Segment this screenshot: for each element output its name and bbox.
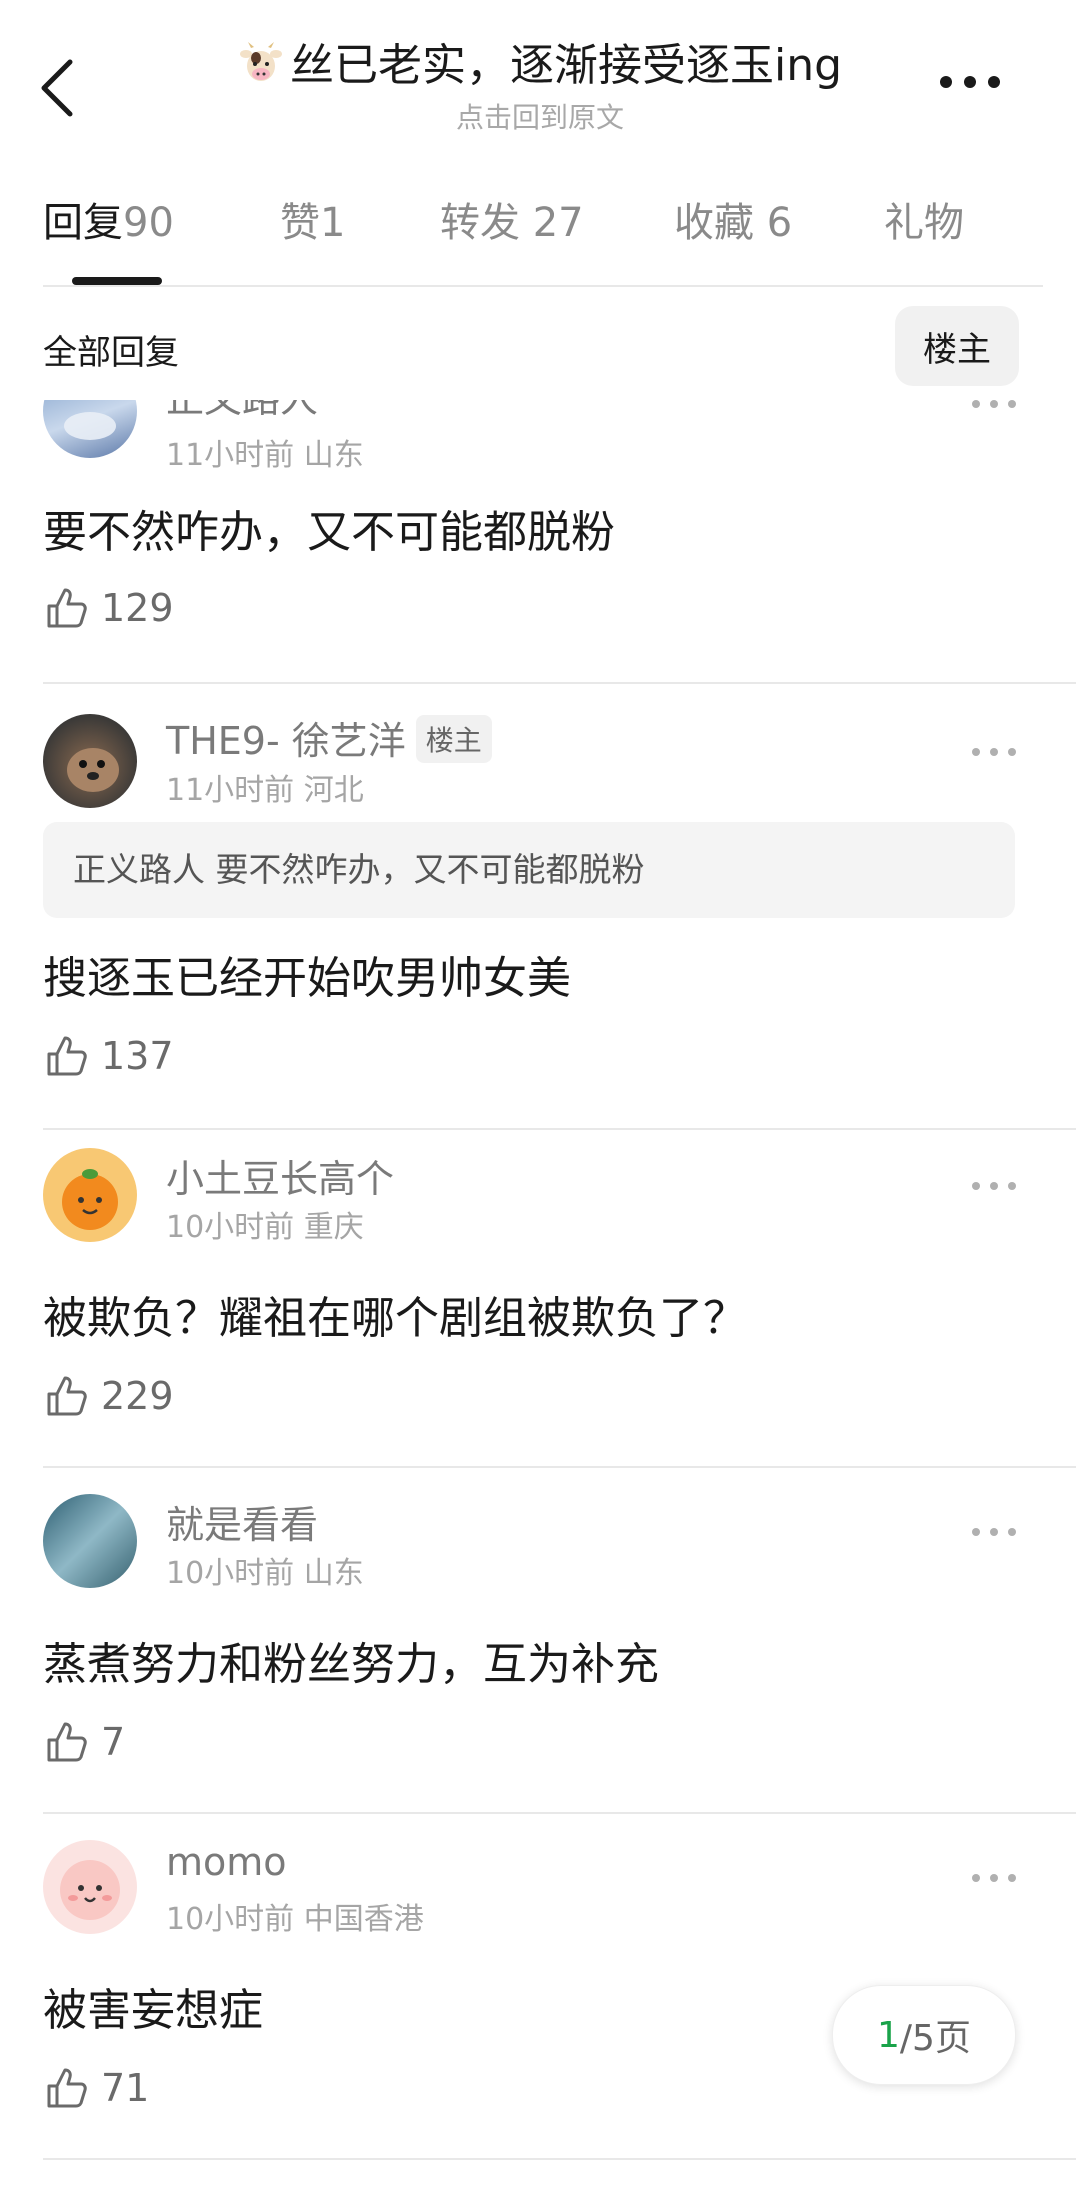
avatar[interactable]: [43, 1494, 137, 1588]
comment-meta: 11小时前 河北: [166, 765, 364, 809]
comment-location: 重庆: [303, 1210, 364, 1245]
avatar[interactable]: [43, 1840, 137, 1934]
tab-bar: 回复90 赞1 转发 27 收藏 6 礼物: [0, 190, 1076, 280]
like-button[interactable]: 229: [43, 1372, 174, 1420]
comment-meta: 11小时前 山东: [166, 430, 364, 474]
comment-time: 10小时前: [166, 1210, 295, 1245]
like-count: 7: [101, 1720, 126, 1764]
username[interactable]: THE9- 徐艺洋 楼主: [166, 710, 492, 765]
tab-replies[interactable]: 回复90: [43, 190, 174, 248]
avatar[interactable]: [43, 1148, 137, 1242]
divider: [43, 682, 1076, 684]
top-bar: 丝已老实，逐渐接受逐玉ing 点击回到原文: [0, 0, 1076, 150]
avatar[interactable]: [43, 400, 137, 458]
like-button[interactable]: 129: [43, 584, 174, 632]
tab-likes-label: 赞: [280, 200, 320, 246]
op-only-button[interactable]: 楼主: [895, 306, 1019, 386]
comment-location: 山东: [303, 1556, 364, 1591]
page-indicator-button[interactable]: 1/5页: [832, 1985, 1016, 2085]
comment-location: 山东: [303, 438, 364, 473]
comment-time: 11小时前: [166, 438, 295, 473]
divider: [43, 2158, 1076, 2160]
username[interactable]: 就是看看: [166, 1494, 318, 1549]
more-options-icon[interactable]: [940, 76, 1000, 88]
like-button[interactable]: 71: [43, 2064, 149, 2112]
back-arrow-icon[interactable]: [38, 56, 78, 120]
username[interactable]: 小土豆长高个: [166, 1148, 394, 1203]
total-pages: /5页: [899, 2018, 971, 2059]
divider: [43, 1812, 1076, 1814]
tab-favorites-count: 6: [766, 200, 793, 246]
comment-meta: 10小时前 重庆: [166, 1202, 364, 1246]
comment-text: 要不然咋办，又不可能都脱粉: [43, 507, 615, 558]
comment-text: 被害妄想症: [43, 1985, 263, 2036]
like-count: 71: [101, 2066, 150, 2110]
current-page: 1: [877, 2014, 900, 2056]
avatar[interactable]: [43, 714, 137, 808]
comment-time: 11小时前: [166, 773, 295, 808]
tab-likes[interactable]: 赞1: [280, 190, 345, 248]
tab-replies-label: 回复: [43, 200, 123, 246]
divider: [43, 1128, 1076, 1130]
comment-more-icon[interactable]: [972, 1874, 1016, 1882]
thumbs-up-icon: [47, 1722, 87, 1762]
tab-favorites[interactable]: 收藏 6: [674, 190, 792, 248]
comment-location: 河北: [303, 773, 364, 808]
back-to-original-link[interactable]: 点击回到原文: [220, 96, 860, 136]
username-text: THE9- 徐艺洋: [166, 719, 406, 763]
thumbs-up-icon: [47, 588, 87, 628]
cow-face-icon: [239, 42, 282, 81]
all-replies-label: 全部回复: [43, 333, 179, 373]
comment-meta: 10小时前 中国香港: [166, 1894, 424, 1938]
post-title-area[interactable]: 丝已老实，逐渐接受逐玉ing 点击回到原文: [220, 38, 860, 136]
like-button[interactable]: 137: [43, 1032, 174, 1080]
active-tab-indicator: [72, 277, 162, 285]
op-badge: 楼主: [415, 715, 492, 763]
comment-more-icon[interactable]: [972, 400, 1016, 408]
like-button[interactable]: 7: [43, 1718, 125, 1766]
comment-more-icon[interactable]: [972, 1528, 1016, 1536]
tab-favorites-label: 收藏: [674, 200, 754, 246]
tab-replies-count: 90: [123, 200, 174, 246]
like-count: 129: [101, 586, 174, 630]
tab-gifts-label: 礼物: [884, 200, 964, 246]
comment-more-icon[interactable]: [972, 1182, 1016, 1190]
comment-list[interactable]: 正义路人 11小时前 山东 要不然咋办，又不可能都脱粉 129 THE9- 徐艺…: [0, 400, 1076, 2192]
divider: [43, 1466, 1076, 1468]
thumbs-up-icon: [47, 1376, 87, 1416]
username[interactable]: momo: [166, 1840, 287, 1884]
post-title-text: 丝已老实，逐渐接受逐玉ing: [289, 40, 843, 91]
tabs-divider: [43, 285, 1043, 287]
comment-text: 被欺负？耀祖在哪个剧组被欺负了？: [43, 1293, 747, 1344]
like-count: 137: [101, 1034, 174, 1078]
comment-text: 搜逐玉已经开始吹男帅女美: [43, 953, 571, 1004]
tab-reposts-label: 转发: [440, 200, 520, 246]
comment-time: 10小时前: [166, 1902, 295, 1937]
tab-likes-count: 1: [320, 200, 346, 246]
like-count: 229: [101, 1374, 174, 1418]
tab-reposts-count: 27: [532, 200, 584, 246]
quoted-reply[interactable]: 正义路人 要不然咋办，又不可能都脱粉: [43, 822, 1015, 918]
tab-gifts[interactable]: 礼物: [884, 190, 964, 248]
username[interactable]: 正义路人: [166, 400, 318, 423]
comment-time: 10小时前: [166, 1556, 295, 1591]
comment-location: 中国香港: [303, 1902, 424, 1937]
comment-more-icon[interactable]: [972, 748, 1016, 756]
comment-text: 蒸煮努力和粉丝努力，互为补充: [43, 1639, 659, 1690]
comment-meta: 10小时前 山东: [166, 1548, 364, 1592]
thumbs-up-icon: [47, 2068, 87, 2108]
thumbs-up-icon: [47, 1036, 87, 1076]
tab-reposts[interactable]: 转发 27: [440, 190, 584, 248]
post-title: 丝已老实，逐渐接受逐玉ing: [220, 38, 860, 94]
